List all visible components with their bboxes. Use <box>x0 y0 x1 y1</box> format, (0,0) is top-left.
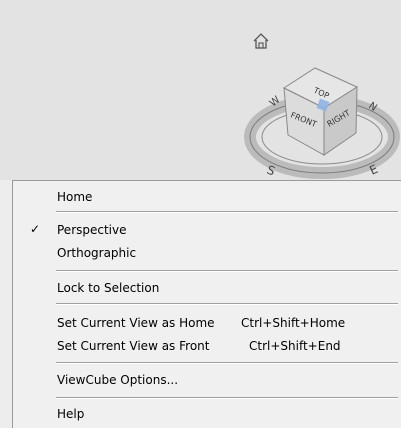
menu-separator <box>56 303 398 305</box>
menu-item-lock-to-selection[interactable]: Lock to Selection <box>13 278 401 300</box>
shortcut-label: Ctrl+Shift+End <box>249 339 341 353</box>
menu-separator <box>56 270 398 272</box>
shortcut-label: Ctrl+Shift+Home <box>241 316 346 330</box>
menu-item-set-current-view-as-front[interactable]: Set Current View as Front Ctrl+Shift+End <box>13 336 401 358</box>
viewport: W N S E TOP FRONT RIGHT <box>0 0 401 180</box>
menu-item-orthographic[interactable]: Orthographic <box>13 243 401 265</box>
viewcube-context-menu: Home ✓ Perspective Orthographic Lock to … <box>12 180 401 428</box>
home-icon[interactable] <box>252 32 270 50</box>
menu-item-home[interactable]: Home <box>13 187 401 209</box>
checkmark-icon: ✓ <box>30 222 41 236</box>
menu-item-viewcube-options[interactable]: ViewCube Options... <box>13 370 401 392</box>
menu-item-perspective[interactable]: ✓ Perspective <box>13 220 401 242</box>
menu-separator <box>56 362 398 364</box>
menu-item-help[interactable]: Help <box>13 404 401 426</box>
viewcube[interactable]: W N S E TOP FRONT RIGHT <box>240 55 400 180</box>
menu-separator <box>56 397 398 399</box>
menu-separator <box>56 211 398 213</box>
menu-item-set-current-view-as-home[interactable]: Set Current View as Home Ctrl+Shift+Home <box>13 313 401 335</box>
